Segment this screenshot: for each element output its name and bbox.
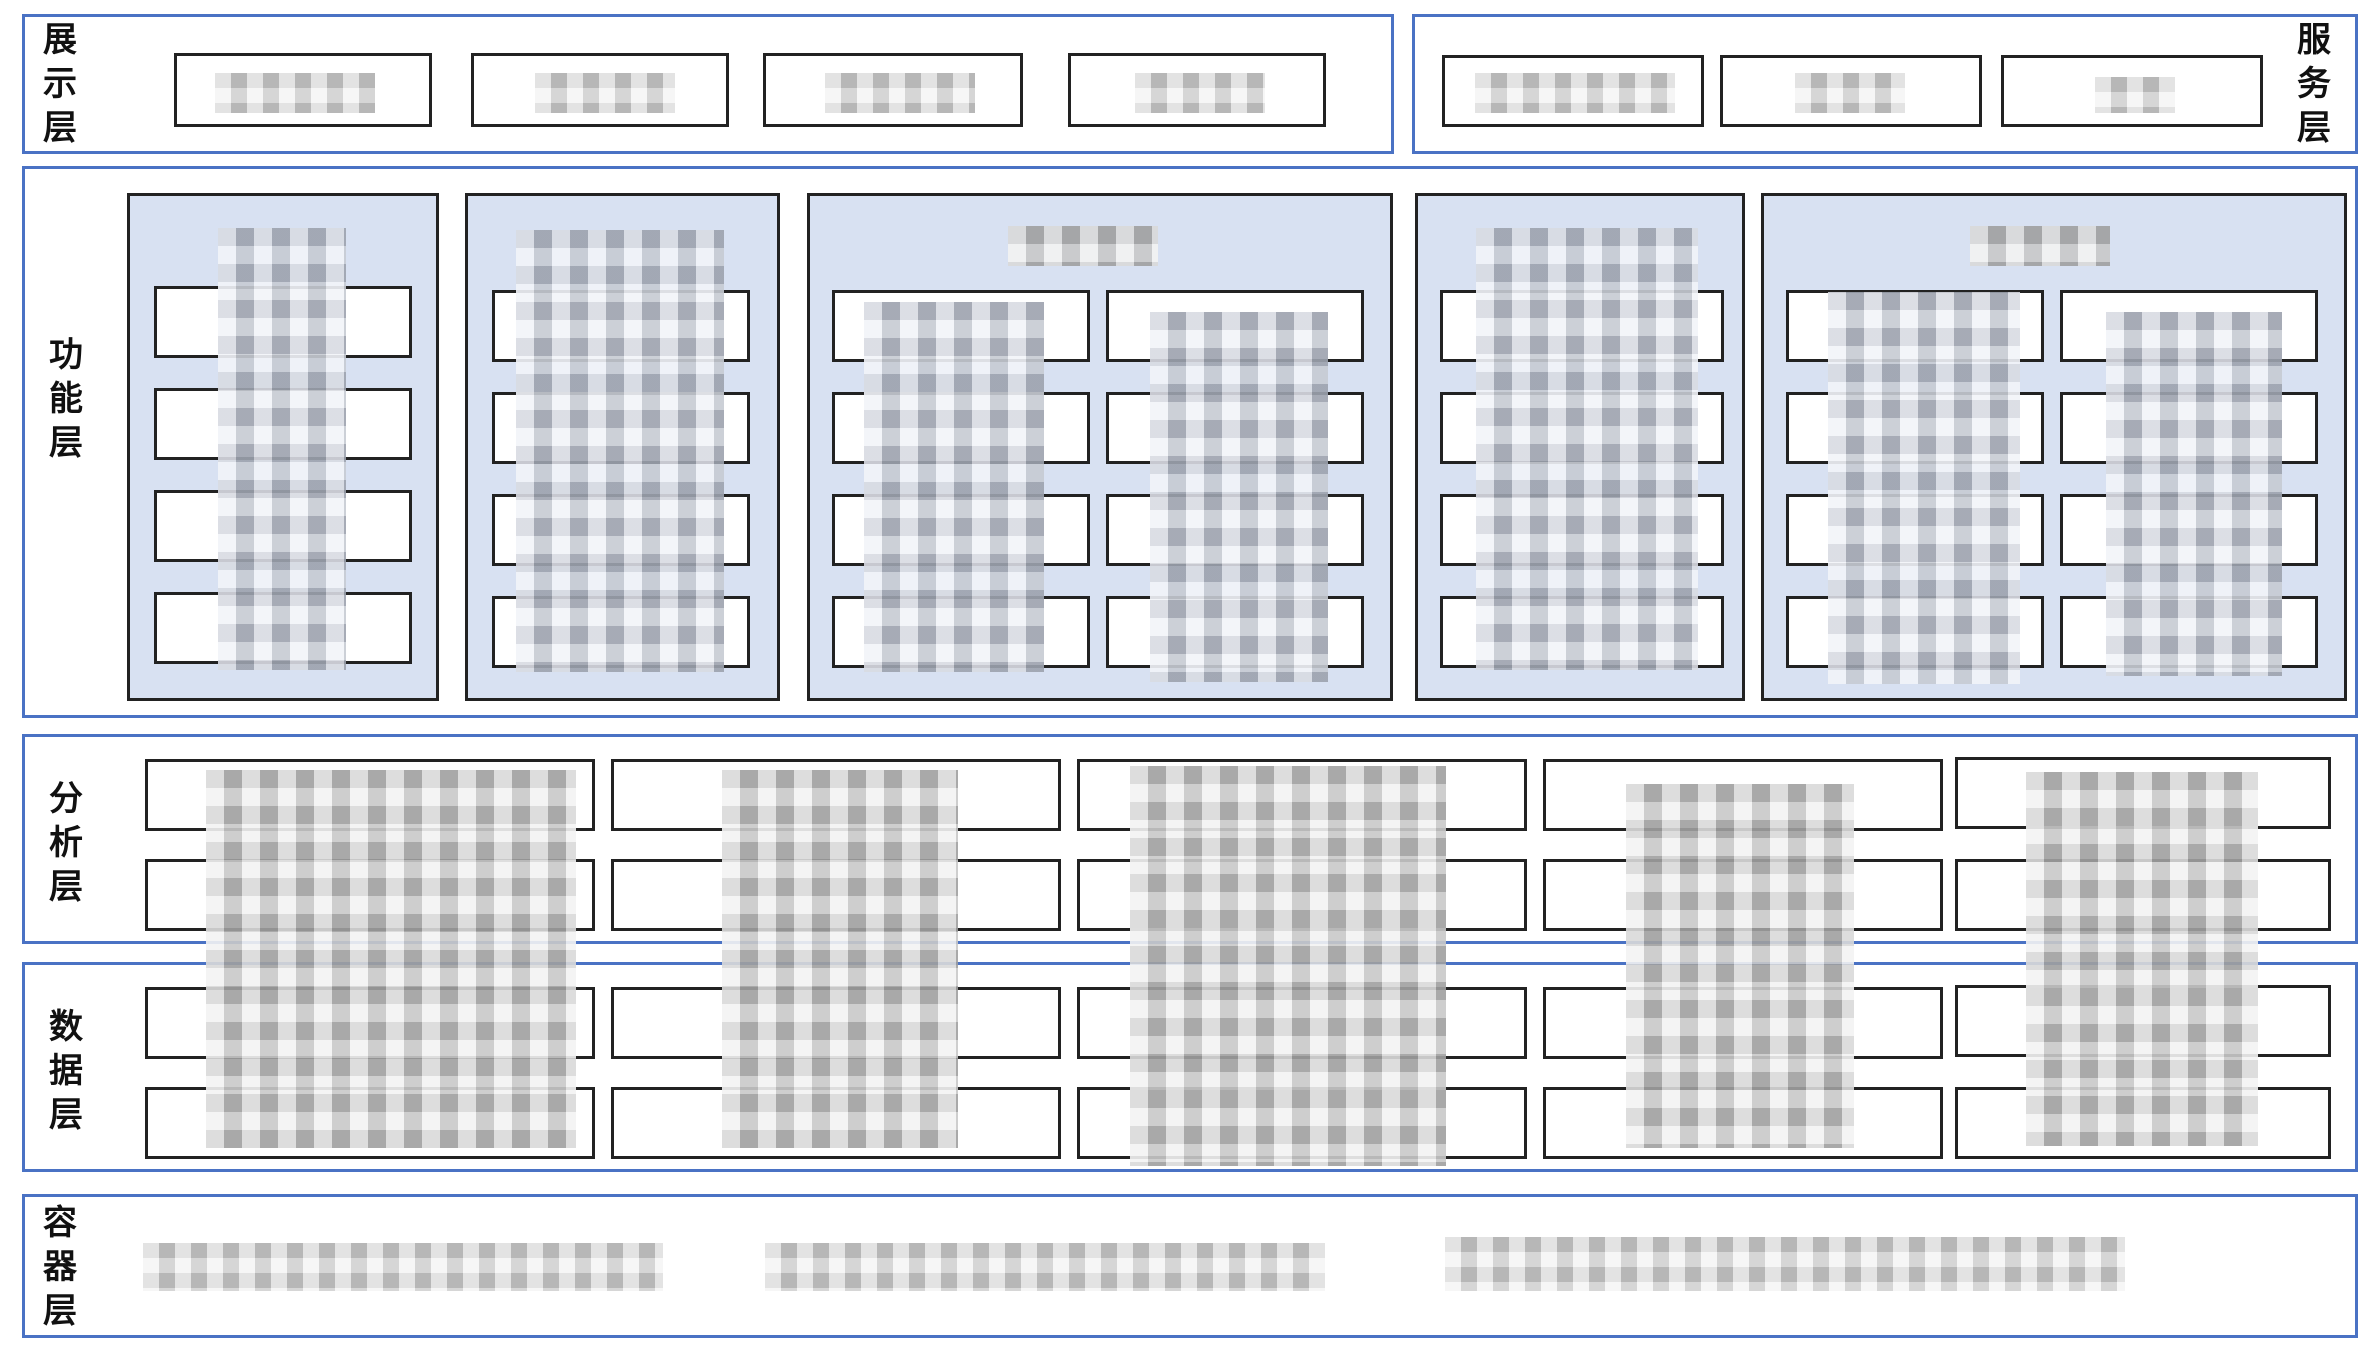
function-module-1 [127,193,439,701]
data-layer-label: 数 据 层 [49,1007,83,1135]
data-box [611,1087,1061,1159]
function-module-4 [1415,193,1745,701]
module-item [492,596,750,668]
presentation-box-1 [174,53,432,127]
presentation-box-4 [1068,53,1326,127]
module-item [832,290,1090,362]
module-item [1786,290,2044,362]
module-item [154,388,412,460]
data-box [1543,1087,1943,1159]
module-title [468,220,777,260]
analysis-box [1077,759,1527,831]
module-item [1440,392,1724,464]
module-item [2060,392,2318,464]
analysis-box [145,859,595,931]
module-item [154,286,412,358]
analysis-layer-label: 分 析 层 [49,779,83,907]
module-item [1106,290,1364,362]
analysis-box [1077,859,1527,931]
container-layer: 容 器 层 [22,1194,2358,1338]
module-item [1786,596,2044,668]
module-title [1418,220,1742,260]
data-box [145,1087,595,1159]
data-box [1077,1087,1527,1159]
service-box-1 [1442,55,1704,127]
module-item [1440,494,1724,566]
module-title [130,220,436,260]
redaction [143,1243,663,1291]
module-item [154,490,412,562]
module-item [1786,392,2044,464]
analysis-box [1955,859,2331,931]
function-module-3 [807,193,1393,701]
function-layer-label: 功 能 层 [49,335,83,463]
module-item [1106,494,1364,566]
service-box-3 [2001,55,2263,127]
data-box [1955,1087,2331,1159]
module-item [492,494,750,566]
presentation-layer: 展 示 层 [22,14,1394,154]
redaction [765,1243,1325,1291]
data-box [1955,985,2331,1057]
redaction [1445,1237,2125,1291]
data-box [611,987,1061,1059]
analysis-box [145,759,595,831]
presentation-box-2 [471,53,729,127]
module-title [810,220,1390,260]
module-item [2060,494,2318,566]
analysis-layer: 分 析 层 [22,734,2358,944]
module-title [1764,220,2344,260]
module-item [832,392,1090,464]
data-box [145,987,595,1059]
module-item [2060,290,2318,362]
service-layer: 服 务 层 [1412,14,2358,154]
module-item [1440,290,1724,362]
service-box-2 [1720,55,1982,127]
function-module-5 [1761,193,2347,701]
analysis-box [1955,757,2331,829]
function-module-2 [465,193,780,701]
module-item [1106,596,1364,668]
module-item [2060,596,2318,668]
service-layer-label: 服 务 层 [2297,20,2331,148]
module-item [1440,596,1724,668]
data-box [1543,987,1943,1059]
analysis-box [1543,759,1943,831]
module-item [492,392,750,464]
data-layer: 数 据 层 [22,962,2358,1172]
module-item [832,596,1090,668]
analysis-box [611,859,1061,931]
function-layer: 功 能 层 [22,166,2358,718]
analysis-box [1543,859,1943,931]
module-item [832,494,1090,566]
presentation-box-3 [763,53,1023,127]
module-item [1106,392,1364,464]
module-item [492,290,750,362]
container-layer-label: 容 器 层 [43,1203,77,1331]
data-box [1077,987,1527,1059]
module-item [154,592,412,664]
module-item [1786,494,2044,566]
presentation-layer-label: 展 示 层 [43,20,77,148]
analysis-box [611,759,1061,831]
